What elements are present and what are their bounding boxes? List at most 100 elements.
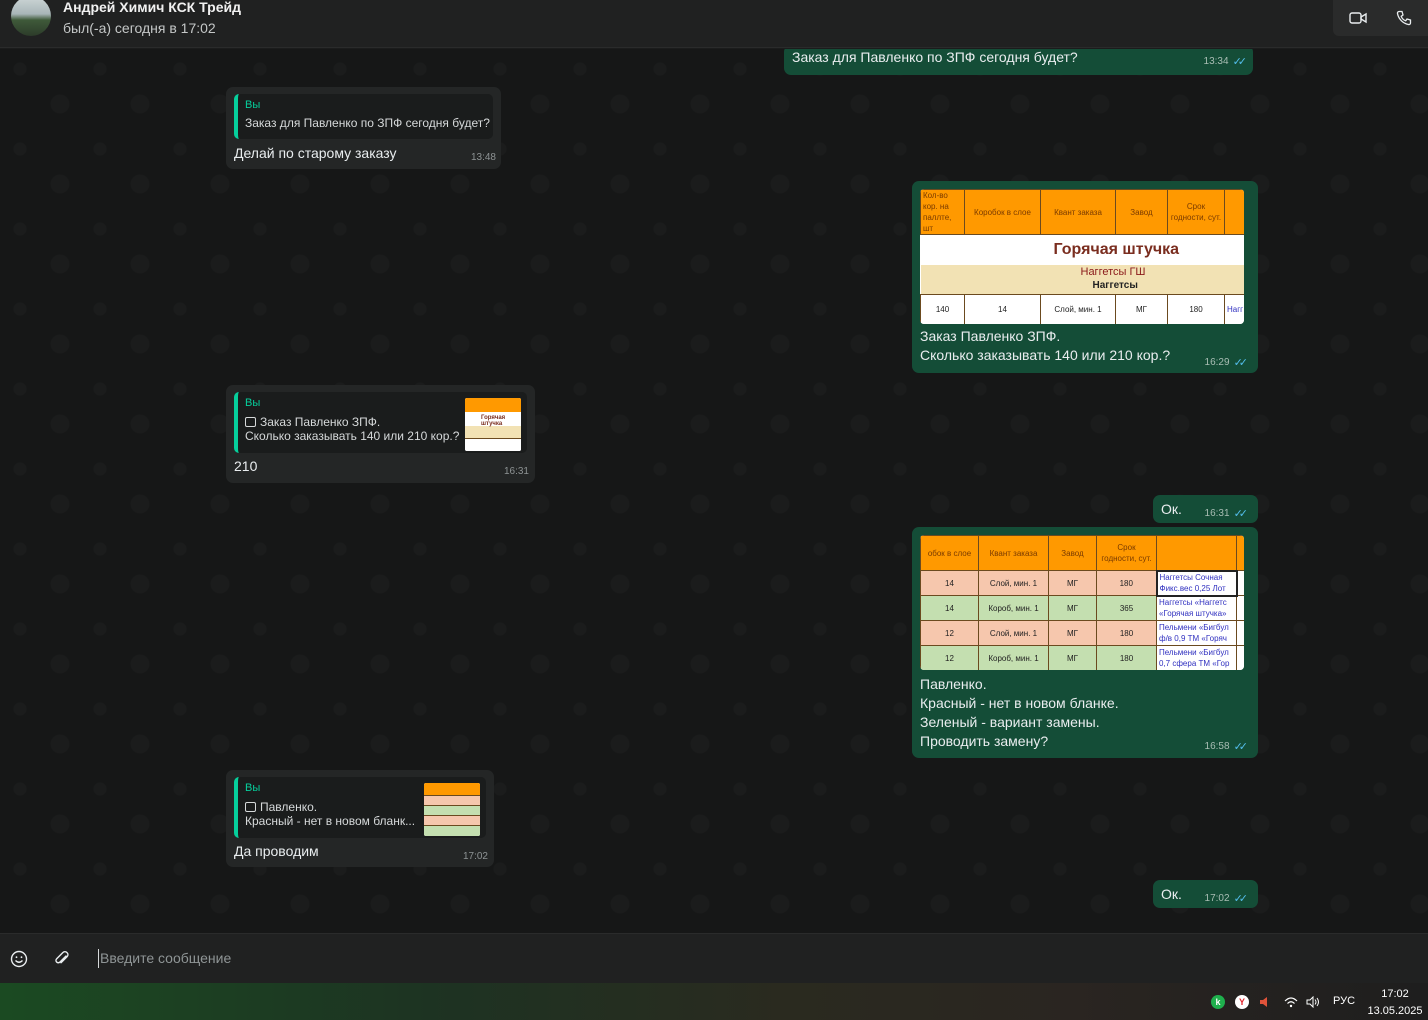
- table-cell: Пельмени «Бигбул ф/в 0,9 ТМ «Горяч: [1156, 620, 1237, 646]
- message-time: 17:02: [1204, 893, 1230, 904]
- image-icon: [245, 802, 256, 812]
- contact-avatar[interactable]: [11, 0, 51, 36]
- product-subgroup: Наггетсы: [1092, 280, 1138, 292]
- message-bubble-incoming[interactable]: Вы Заказ Павленко ЗПФ. Сколько заказыват…: [226, 385, 535, 483]
- quote-author: Вы: [245, 99, 261, 111]
- table-header: Кол-во кор. на паллте, шт: [920, 189, 965, 235]
- quote-text-wrapper: Заказ Павленко ЗПФ. Сколько заказывать 1…: [245, 415, 459, 443]
- message-meta: 16:58 ✓✓: [1204, 740, 1249, 753]
- message-input[interactable]: Введите сообщение: [98, 949, 231, 968]
- table-cell: Нагг и зел: [1224, 294, 1244, 324]
- message-bubble-incoming[interactable]: Вы Павленко. Красный - нет в новом бланк…: [226, 770, 494, 867]
- message-bubble-outgoing[interactable]: Кол-во кор. на паллте, шт Коробок в слое…: [912, 181, 1258, 373]
- message-meta: 17:02: [463, 851, 488, 862]
- message-time: 16:31: [503, 466, 529, 477]
- brand-title: Горячая штучка: [920, 234, 1244, 265]
- message-image[interactable]: обок в слое Квант заказа Завод Срок годн…: [920, 535, 1244, 670]
- table-cell: Наггетсы «Наггетс «Горячая штучка»: [1156, 595, 1237, 621]
- message-image[interactable]: Кол-во кор. на паллте, шт Коробок в слое…: [920, 189, 1244, 324]
- wifi-icon[interactable]: [1284, 995, 1298, 1009]
- emoji-icon[interactable]: [7, 947, 31, 971]
- table-cell: МГ: [1048, 595, 1097, 621]
- attach-icon[interactable]: [50, 947, 74, 971]
- os-taskbar: k Y РУС 17:02 13.05.2025: [0, 983, 1428, 1020]
- video-call-icon[interactable]: [1346, 6, 1370, 30]
- table-header: Завод: [1115, 189, 1168, 235]
- read-ticks-icon: ✓✓: [1233, 508, 1249, 520]
- message-bubble-outgoing[interactable]: Ок. 17:02 ✓✓: [1153, 880, 1258, 908]
- table-cell: 180: [1167, 294, 1225, 324]
- quote-author: Вы: [245, 397, 261, 409]
- table-cell: Наггетсы Сочная Фикс.вес 0,25 Лот: [1155, 569, 1238, 597]
- table-header: Срок годности, сут.: [1096, 535, 1157, 571]
- quoted-message[interactable]: Вы Заказ для Павленко по ЗПФ сегодня буд…: [234, 94, 493, 139]
- quote-author: Вы: [245, 782, 261, 794]
- read-ticks-icon: ✓✓: [1233, 741, 1249, 753]
- table-cell: Слой, мин. 1: [978, 620, 1049, 646]
- table-cell: 180: [1096, 620, 1157, 646]
- table-cell: 365: [1096, 595, 1157, 621]
- volume-icon[interactable]: [1306, 995, 1320, 1009]
- table-cell: 12: [920, 645, 979, 670]
- input-language[interactable]: РУС: [1333, 995, 1355, 1007]
- message-bubble-incoming[interactable]: Вы Заказ для Павленко по ЗПФ сегодня буд…: [226, 87, 501, 169]
- message-meta: 13:34 ✓✓: [1204, 55, 1248, 68]
- read-ticks-icon: ✓✓: [1233, 893, 1249, 905]
- spreadsheet-image-table: Кол-во кор. на паллте, шт Коробок в слое…: [920, 189, 1244, 324]
- product-group: Наггетсы ГШ: [1080, 266, 1146, 279]
- table-cell: 14: [964, 294, 1041, 324]
- message-text: Делай по старому заказу: [234, 145, 397, 161]
- table-cell: 180: [1096, 570, 1157, 596]
- read-ticks-icon: ✓✓: [1232, 56, 1248, 68]
- message-bubble-outgoing[interactable]: Заказ для Павленко по ЗПФ сегодня будет?…: [784, 49, 1253, 75]
- table-cell: МГ: [1048, 570, 1097, 596]
- message-meta: 17:02 ✓✓: [1204, 892, 1249, 905]
- table-cell: МГ: [1048, 645, 1097, 670]
- message-text: Заказ для Павленко по ЗПФ сегодня будет?: [792, 49, 1078, 65]
- message-bubble-outgoing[interactable]: Ок. 16:31 ✓✓: [1153, 495, 1258, 523]
- clock-date: 13.05.2025: [1367, 1005, 1423, 1017]
- message-text: Павленко. Красный - нет в новом бланке. …: [920, 676, 1119, 749]
- read-ticks-icon: ✓✓: [1233, 357, 1249, 369]
- table-cell: 12: [920, 620, 979, 646]
- message-text: Заказ Павленко ЗПФ. Сколько заказывать 1…: [920, 328, 1171, 363]
- quote-text-wrapper: Павленко. Красный - нет в новом бланк...: [245, 800, 415, 828]
- table-cell: 14: [920, 570, 979, 596]
- quote-text: Заказ для Павленко по ЗПФ сегодня будет?: [245, 116, 490, 130]
- voice-call-icon[interactable]: [1392, 6, 1416, 30]
- message-time: 16:31: [1204, 508, 1230, 519]
- message-bubble-outgoing[interactable]: обок в слое Квант заказа Завод Срок годн…: [912, 527, 1258, 758]
- message-text: 210: [234, 458, 258, 474]
- quote-thumbnail: [424, 783, 480, 836]
- quote-text: Павленко. Красный - нет в новом бланк...: [245, 800, 416, 828]
- message-text: Ок.: [1161, 501, 1182, 517]
- quoted-message[interactable]: Вы Заказ Павленко ЗПФ. Сколько заказыват…: [234, 392, 527, 453]
- message-time: 17:02: [462, 851, 488, 862]
- table-cell: Слой, мин. 1: [1040, 294, 1116, 324]
- contact-status: был(-а) сегодня в 17:02: [63, 20, 216, 36]
- contact-name[interactable]: Андрей Химич КСК Трейд: [63, 0, 241, 15]
- table-cell: 14: [920, 595, 979, 621]
- table-cell: МГ: [1048, 620, 1097, 646]
- speaker-muted-icon[interactable]: [1258, 995, 1272, 1009]
- message-meta: 16:31 ✓✓: [1204, 507, 1249, 520]
- table-cell: 140: [920, 294, 965, 324]
- message-text: Да проводим: [234, 843, 319, 859]
- table-header: Коробок в слое: [964, 189, 1041, 235]
- kaspersky-icon[interactable]: k: [1211, 995, 1225, 1009]
- call-actions: [1333, 0, 1428, 36]
- yandex-browser-icon[interactable]: Y: [1235, 995, 1249, 1009]
- message-time: 16:58: [1204, 741, 1230, 752]
- table-header: Квант заказа: [978, 535, 1049, 571]
- clock-time: 17:02: [1381, 988, 1409, 1000]
- table-cell: МГ: [1115, 294, 1168, 324]
- message-text: Ок.: [1161, 886, 1182, 902]
- table-cell: Пельмени «Бигбул 0,7 сфера ТМ «Гор: [1156, 645, 1237, 670]
- table-header: Квант заказа: [1040, 189, 1116, 235]
- system-clock[interactable]: 17:02 13.05.2025: [1365, 986, 1425, 1020]
- table-cell: Слой, мин. 1: [978, 570, 1049, 596]
- quoted-message[interactable]: Вы Павленко. Красный - нет в новом бланк…: [234, 777, 486, 838]
- quote-text: Заказ Павленко ЗПФ. Сколько заказывать 1…: [245, 415, 460, 443]
- chat-area[interactable]: Заказ для Павленко по ЗПФ сегодня будет?…: [0, 49, 1428, 933]
- message-meta: 16:29 ✓✓: [1205, 356, 1249, 369]
